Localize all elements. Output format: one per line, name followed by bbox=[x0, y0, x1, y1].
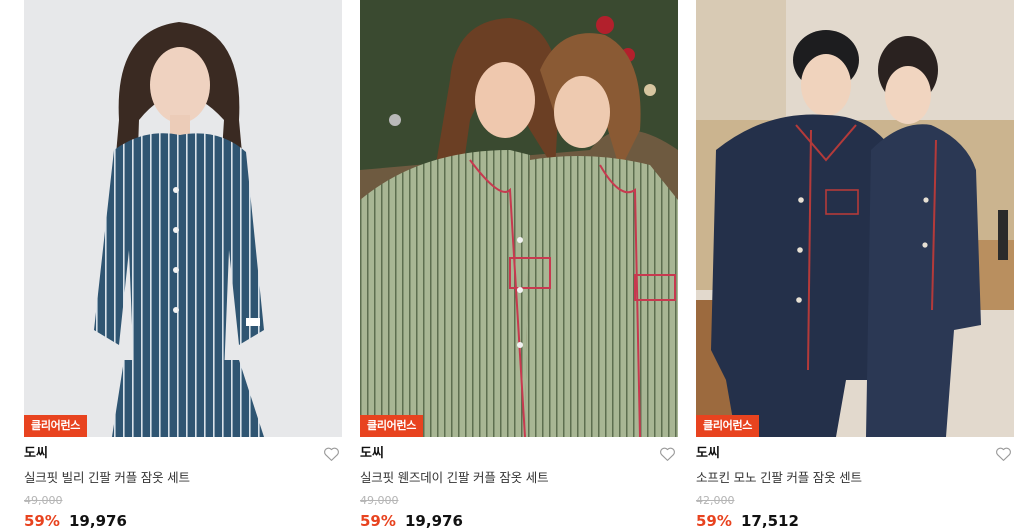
sale-price: 17,512 bbox=[741, 512, 799, 530]
sale-price: 19,976 bbox=[69, 512, 127, 530]
discount-rate: 59% bbox=[24, 512, 60, 530]
product-grid: 클리어런스 도씨 실크핏 빌리 긴팔 커플 잠옷 세트 49,000 59% 1… bbox=[0, 0, 1023, 531]
product-image[interactable]: 클리어런스 bbox=[360, 0, 678, 437]
heart-outline-icon[interactable] bbox=[659, 446, 676, 462]
product-card[interactable]: 클리어런스 도씨 실크핏 웬즈데이 긴팔 커플 잠옷 세트 49,000 59%… bbox=[360, 0, 678, 531]
product-card[interactable]: 클리어런스 도씨 실크핏 빌리 긴팔 커플 잠옷 세트 49,000 59% 1… bbox=[24, 0, 342, 531]
original-price: 49,000 bbox=[24, 494, 63, 507]
brand-name[interactable]: 도씨 bbox=[360, 443, 678, 465]
product-title[interactable]: 소프킨 모노 긴팔 커플 잠옷 센트 bbox=[696, 469, 1014, 487]
clearance-badge: 클리어런스 bbox=[696, 415, 760, 437]
product-title[interactable]: 실크핏 빌리 긴팔 커플 잠옷 세트 bbox=[24, 469, 342, 487]
clearance-badge: 클리어런스 bbox=[360, 415, 424, 437]
clearance-badge: 클리어런스 bbox=[24, 415, 88, 437]
heart-outline-icon[interactable] bbox=[323, 446, 340, 462]
product-card[interactable]: 클리어런스 도씨 소프킨 모노 긴팔 커플 잠옷 센트 42,000 59% 1… bbox=[696, 0, 1014, 531]
original-price: 49,000 bbox=[360, 494, 399, 507]
product-title[interactable]: 실크핏 웬즈데이 긴팔 커플 잠옷 세트 bbox=[360, 469, 678, 487]
brand-name[interactable]: 도씨 bbox=[24, 443, 342, 465]
discount-rate: 59% bbox=[696, 512, 732, 530]
brand-name[interactable]: 도씨 bbox=[696, 443, 1014, 465]
sale-price: 19,976 bbox=[405, 512, 463, 530]
heart-outline-icon[interactable] bbox=[995, 446, 1012, 462]
original-price: 42,000 bbox=[696, 494, 735, 507]
discount-rate: 59% bbox=[360, 512, 396, 530]
product-image[interactable]: 클리어런스 bbox=[696, 0, 1014, 437]
product-image[interactable]: 클리어런스 bbox=[24, 0, 342, 437]
